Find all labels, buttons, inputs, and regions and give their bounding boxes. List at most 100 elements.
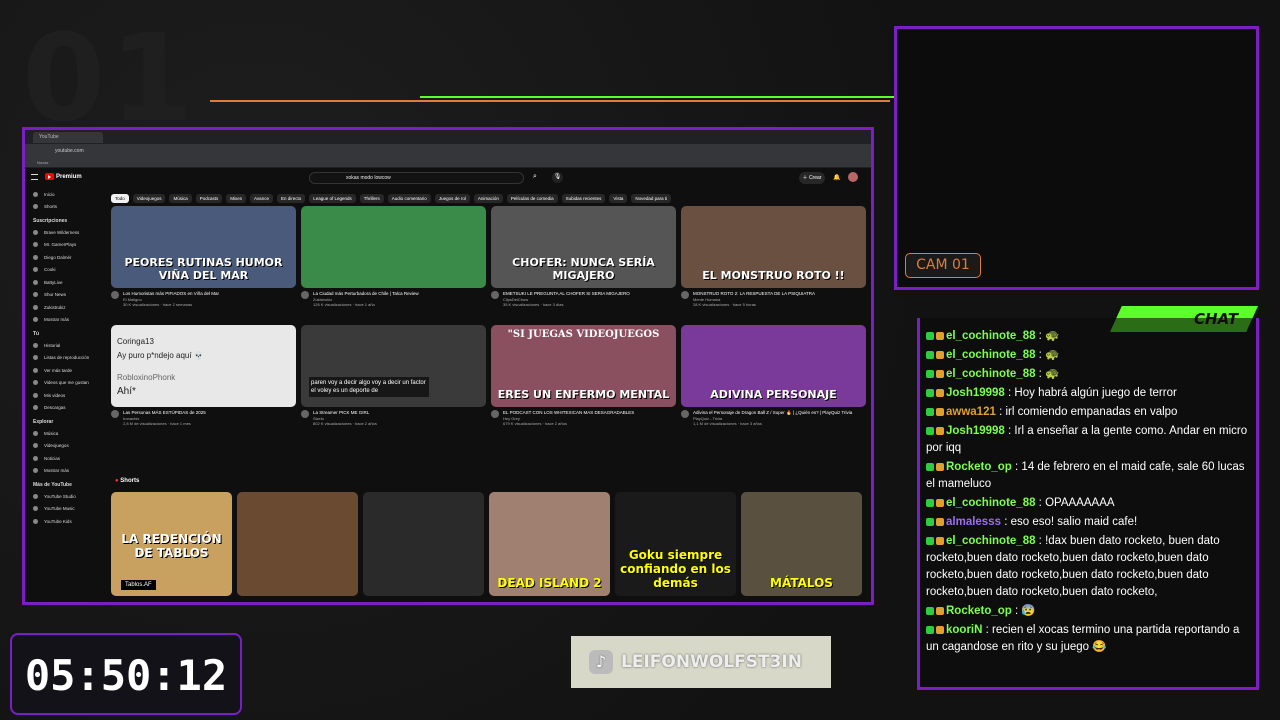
filter-chip[interactable]: Animación [473,194,503,203]
sidebar-section-header[interactable]: Más de YouTube [25,477,103,490]
sidebar-item[interactable]: Cooki [25,264,103,277]
notifications-icon[interactable]: 🔔 [833,174,840,181]
create-button[interactable]: ＋ Crear [799,172,825,184]
chat-username[interactable]: almalesss [946,516,1001,528]
sidebar-item[interactable]: Zukistrukiz [25,301,103,314]
filter-chip[interactable]: League of Legends [309,194,356,203]
filter-chip[interactable]: Avance [250,194,273,203]
chat-username[interactable]: el_cochinote_88 [946,497,1035,509]
filter-chip[interactable]: Thrillers [359,194,384,203]
video-card[interactable]: La Ciudad más Perturbadora de Chile | Ta… [301,206,486,307]
chat-username[interactable]: kooriN [946,624,982,636]
channel-avatar[interactable] [111,410,119,418]
filter-chip[interactable]: Películas de comedia [506,194,558,203]
channel-avatar[interactable] [301,291,309,299]
short-card[interactable] [237,492,358,596]
search-icon[interactable]: ⌕ [533,173,537,181]
chat-username[interactable]: el_cochinote_88 [946,535,1035,547]
filter-chip[interactable]: Novedad para ti [631,194,672,203]
chat-username[interactable]: Josh19998 [946,425,1005,437]
sidebar-item[interactable]: Shorts [25,201,103,214]
youtube-logo[interactable]: Premium [45,173,82,180]
sidebar-item[interactable]: Diego Dalmér [25,251,103,264]
sidebar-item[interactable]: YouTube Studio [25,490,103,503]
video-card[interactable]: CHOFER: NUNCA SERÍA MIGAJERO EMETSUKI LE … [491,206,676,307]
video-thumbnail[interactable]: ADIVINA PERSONAJE [681,325,866,407]
filter-chip[interactable]: Mixes [226,194,247,203]
chat-username[interactable]: Rocketo_op [946,605,1012,617]
sidebar-item[interactable]: Mr. GamerPlays [25,239,103,252]
chat-username[interactable]: el_cochinote_88 [946,330,1035,342]
sidebar-item[interactable]: BattyLive [25,276,103,289]
filter-chip[interactable]: Todo [111,194,129,203]
sidebar-item[interactable]: Inicio [25,188,103,201]
sidebar-item[interactable]: Mostrar más [25,314,103,327]
filter-chip[interactable]: Subidas recientes [561,194,606,203]
video-thumbnail[interactable] [301,206,486,288]
sidebar-item[interactable]: Mis videos [25,389,103,402]
video-card[interactable]: ADIVINA PERSONAJE Adivina el Personaje de… [681,325,866,426]
short-card[interactable]: LA REDENCIÓN DE TABLOS Tablos.AF [111,492,232,596]
short-card[interactable] [363,492,484,596]
sidebar-item[interactable]: Brave Wilderness [25,226,103,239]
video-text: EMETSUKI LE PREGUNTA AL CHOFER SI SERIA … [503,291,630,307]
video-thumbnail[interactable]: Coringa13 Ay puro p*ndejo aquí 💀 Robloxino… [111,325,296,407]
sidebar-section-header[interactable]: Suscripciones [25,213,103,226]
channel-avatar[interactable] [681,291,689,299]
short-card[interactable]: Goku siempre confiando en los demás [615,492,736,596]
video-card[interactable]: PEORES RUTINAS HUMOR VIÑA DEL MAR Los Hum… [111,206,296,307]
microphone-icon[interactable]: 🎙 [552,172,563,183]
video-card[interactable]: "SI JUEGAS VIDEOJUEGOS ERES UN ENFERMO ME… [491,325,676,426]
channel-avatar[interactable] [491,291,499,299]
video-thumbnail[interactable]: "SI JUEGAS VIDEOJUEGOS ERES UN ENFERMO ME… [491,325,676,407]
address-bar[interactable]: youtube.com [25,144,871,158]
sidebar-item[interactable]: Shur News [25,289,103,302]
sidebar-section-header[interactable]: Tú [25,326,103,339]
short-card[interactable]: MÁTALOS [741,492,862,596]
chat-badge-icon [926,407,934,416]
sidebar-section-header[interactable]: Explorar [25,414,103,427]
chat-username[interactable]: Rocketo_op [946,461,1012,473]
video-card[interactable]: paren voy a decir algo voy a decir un fa… [301,325,486,426]
video-thumbnail[interactable]: CHOFER: NUNCA SERÍA MIGAJERO [491,206,676,288]
video-card[interactable]: Coringa13 Ay puro p*ndejo aquí 💀 Robloxino… [111,325,296,426]
filter-chip[interactable]: Vista [609,194,628,203]
filter-chip[interactable]: En directo [276,194,306,203]
sidebar-item[interactable]: Historial [25,339,103,352]
channel-avatar[interactable] [681,410,689,418]
sidebar-item[interactable]: Ver más tarde [25,364,103,377]
sidebar-item[interactable]: YouTube Kids [25,515,103,528]
search-input[interactable]: xokas modo lowcow [309,172,524,184]
chat-username[interactable]: el_cochinote_88 [946,349,1035,361]
video-thumbnail[interactable]: PEORES RUTINAS HUMOR VIÑA DEL MAR [111,206,296,288]
chat-username[interactable]: Josh19998 [946,387,1005,399]
filter-chip[interactable]: Juegos de rol [434,194,470,203]
filter-chip[interactable]: Videojuegos [132,194,166,203]
youtube-play-icon [45,173,54,180]
filter-chip[interactable]: Audio comentario [387,194,431,203]
filter-chip[interactable]: Música [169,194,192,203]
chat-panel: el_cochinote_88 : 🐢 el_cochinote_88 : 🐢 el… [917,318,1259,690]
sidebar-item[interactable]: Música [25,427,103,440]
sidebar-item[interactable]: Listas de reproducción [25,352,103,365]
chat-username[interactable]: el_cochinote_88 [946,368,1035,380]
menu-icon[interactable] [31,174,38,180]
channel-avatar[interactable] [111,291,119,299]
video-thumbnail[interactable]: EL MONSTRUO ROTO !! [681,206,866,288]
video-card[interactable]: EL MONSTRUO ROTO !! MONSTRUO ROTO 2: LA R… [681,206,866,307]
short-card[interactable]: DEAD ISLAND 2 [489,492,610,596]
browser-tab[interactable]: YouTube [33,131,103,143]
avatar[interactable] [848,172,858,182]
video-thumbnail[interactable]: paren voy a decir algo voy a decir un fa… [301,325,486,407]
channel-avatar[interactable] [301,410,309,418]
sidebar-item[interactable]: Videojuegos [25,440,103,453]
sidebar-item[interactable]: Noticias [25,452,103,465]
sidebar-item[interactable]: Mostrar más [25,465,103,478]
sidebar-item[interactable]: Descargas [25,402,103,415]
filter-chip[interactable]: Podcasts [195,194,223,203]
video-title[interactable]: EL PODCAST CON LOS WHITEXICAN MAS DESAGR… [503,410,634,416]
channel-avatar[interactable] [491,410,499,418]
sidebar-item[interactable]: Videos que me gustan [25,377,103,390]
chat-username[interactable]: awwa121 [946,406,996,418]
sidebar-item[interactable]: YouTube Music [25,503,103,516]
